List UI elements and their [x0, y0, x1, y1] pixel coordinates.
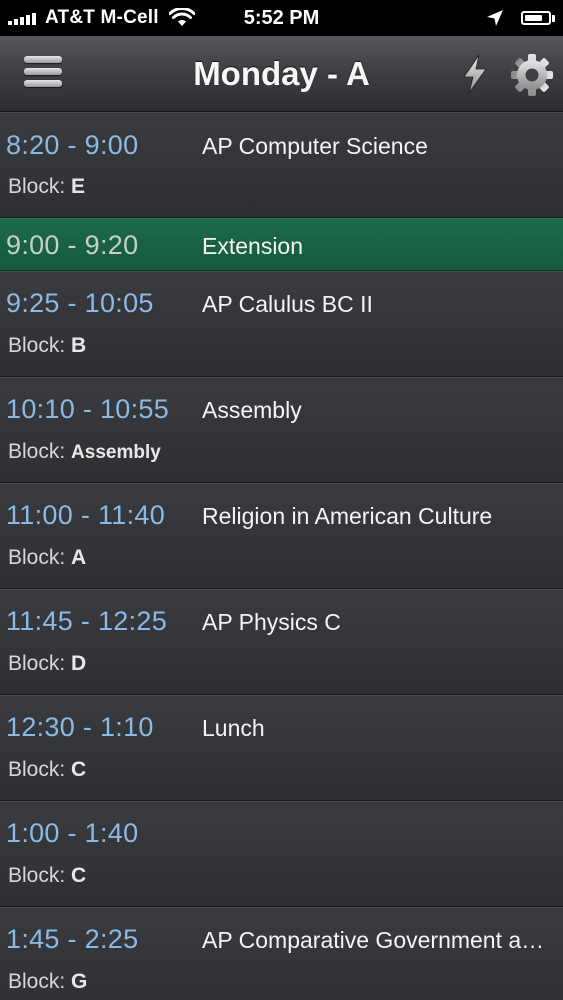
block-value: B — [71, 334, 87, 357]
class-name: AP Comparative Government and Politics — [202, 927, 552, 953]
schedule-list[interactable]: 8:20 - 9:00 AP Computer Science Block: E… — [0, 112, 563, 1000]
schedule-row[interactable]: 8:20 - 9:00 AP Computer Science Block: E — [0, 112, 563, 218]
block-label: Block: C — [8, 758, 87, 781]
schedule-row[interactable]: 11:00 - 11:40 Religion in American Cultu… — [0, 483, 563, 589]
block-value: C — [71, 758, 87, 781]
gear-icon[interactable] — [510, 53, 554, 97]
class-name: AP Computer Science — [202, 133, 428, 159]
hamburger-menu-icon[interactable] — [24, 56, 62, 92]
period-time: 11:45 - 12:25 — [6, 606, 168, 636]
status-time: 5:52 PM — [243, 7, 320, 29]
class-name: Lunch — [202, 715, 265, 741]
status-bar: AT&T M-Cell 5:52 PM — [0, 0, 563, 36]
block-value: E — [71, 175, 86, 198]
period-time: 10:10 - 10:55 — [6, 394, 170, 424]
app-screen: AT&T M-Cell 5:52 PM Monday - A 8:20 - 9:… — [0, 0, 563, 1000]
period-time: 9:25 - 10:05 — [6, 288, 154, 318]
block-label: Block: A — [8, 546, 87, 569]
schedule-row[interactable]: 12:30 - 1:10 Lunch Block: C — [0, 695, 563, 801]
location-arrow-icon — [487, 10, 503, 26]
schedule-row-current[interactable]: 9:00 - 9:20 Extension — [0, 218, 563, 271]
battery-icon — [521, 11, 551, 25]
class-name: Assembly — [202, 397, 302, 423]
block-label: Block: Assembly — [8, 440, 161, 463]
block-value: D — [71, 652, 87, 675]
period-time: 1:00 - 1:40 — [6, 818, 139, 848]
block-value: A — [71, 546, 87, 569]
schedule-row[interactable]: 9:25 - 10:05 AP Calulus BC II Block: B — [0, 271, 563, 377]
period-time: 8:20 - 9:00 — [6, 130, 139, 160]
class-name: Extension — [202, 233, 304, 259]
period-time: 12:30 - 1:10 — [6, 712, 154, 742]
block-value: Assembly — [71, 442, 161, 463]
schedule-row[interactable]: 11:45 - 12:25 AP Physics C Block: D — [0, 589, 563, 695]
block-label: Block: D — [8, 652, 87, 675]
battery-tip — [552, 14, 555, 22]
status-right — [485, 0, 555, 36]
class-name: AP Calulus BC II — [202, 291, 373, 317]
navigation-bar: Monday - A — [0, 36, 563, 112]
period-time: 1:45 - 2:25 — [6, 924, 139, 954]
block-label: Block: E — [8, 175, 86, 198]
schedule-row[interactable]: 10:10 - 10:55 Assembly Block: Assembly — [0, 377, 563, 483]
battery-level-fill — [525, 15, 542, 21]
block-label: Block: C — [8, 864, 87, 887]
block-value: C — [71, 864, 87, 887]
schedule-row[interactable]: 1:00 - 1:40 Block: C — [0, 801, 563, 907]
period-time: 9:00 - 9:20 — [6, 230, 139, 260]
lightning-bolt-icon[interactable] — [458, 54, 492, 94]
block-label: Block: B — [8, 334, 87, 357]
class-name: Religion in American Culture — [202, 503, 493, 529]
period-time: 11:00 - 11:40 — [6, 500, 166, 530]
block-label: Block: G — [8, 970, 88, 993]
block-value: G — [71, 970, 88, 993]
schedule-row[interactable]: 1:45 - 2:25 AP Comparative Government an… — [0, 907, 563, 1000]
class-name: AP Physics C — [202, 609, 341, 635]
page-title: Monday - A — [193, 55, 370, 92]
